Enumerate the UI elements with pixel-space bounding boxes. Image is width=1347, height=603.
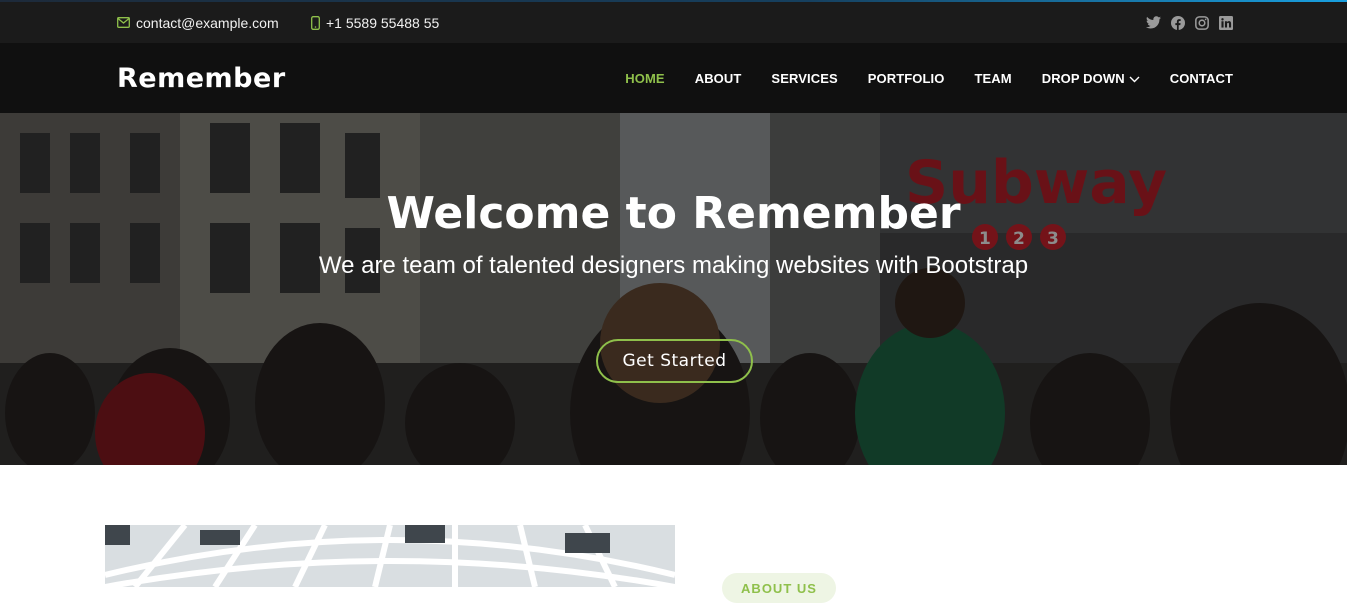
nav-item-contact[interactable]: CONTACT xyxy=(1170,71,1233,86)
nav-item-dropdown[interactable]: DROP DOWN xyxy=(1042,71,1140,86)
about-us-badge: ABOUT US xyxy=(722,573,836,603)
instagram-icon[interactable] xyxy=(1194,15,1209,30)
nav-item-portfolio[interactable]: PORTFOLIO xyxy=(868,71,945,86)
nav-item-home[interactable]: HOME xyxy=(625,71,664,86)
nav-label: CONTACT xyxy=(1169,70,1233,86)
nav-item-about[interactable]: ABOUT xyxy=(695,71,742,86)
nav-item-team[interactable]: TEAM xyxy=(974,71,1011,86)
linkedin-icon[interactable] xyxy=(1218,15,1233,30)
chevron-down-icon xyxy=(1129,71,1140,86)
hero-overlay xyxy=(0,113,1347,465)
nav-label: DROP DOWN xyxy=(1041,70,1125,86)
nav-label: ABOUT xyxy=(694,70,742,86)
about-image xyxy=(105,525,675,587)
main-nav: HOME ABOUT SERVICES PORTFOLIO TEAM DROP … xyxy=(595,43,1233,113)
nav-item-services[interactable]: SERVICES xyxy=(771,71,837,86)
facebook-icon[interactable] xyxy=(1170,15,1185,30)
top-bar: contact@example.com +1 5589 55488 55 xyxy=(0,2,1347,43)
hero-section: Subway 1 2 3 Welcome to Remember We are … xyxy=(0,113,1347,465)
get-started-button[interactable]: Get Started xyxy=(596,339,753,383)
contact-email[interactable]: contact@example.com xyxy=(117,2,279,43)
email-text[interactable]: contact@example.com xyxy=(136,15,279,31)
nav-label: SERVICES xyxy=(771,70,838,86)
nav-label: PORTFOLIO xyxy=(867,70,945,86)
contact-phone[interactable]: +1 5589 55488 55 xyxy=(311,2,439,43)
site-logo[interactable]: Remember xyxy=(117,43,286,113)
phone-text[interactable]: +1 5589 55488 55 xyxy=(326,15,439,31)
hero-subtitle: We are team of talented designers making… xyxy=(318,252,1029,279)
nav-label: TEAM xyxy=(974,70,1012,86)
hero-title: Welcome to Remember xyxy=(386,188,961,239)
phone-icon xyxy=(311,15,320,30)
twitter-icon[interactable] xyxy=(1146,15,1161,30)
social-links xyxy=(1146,2,1233,43)
envelope-icon xyxy=(117,17,130,28)
main-header: Remember HOME ABOUT SERVICES PORTFOLIO T… xyxy=(0,43,1347,113)
nav-label: HOME xyxy=(625,70,665,86)
